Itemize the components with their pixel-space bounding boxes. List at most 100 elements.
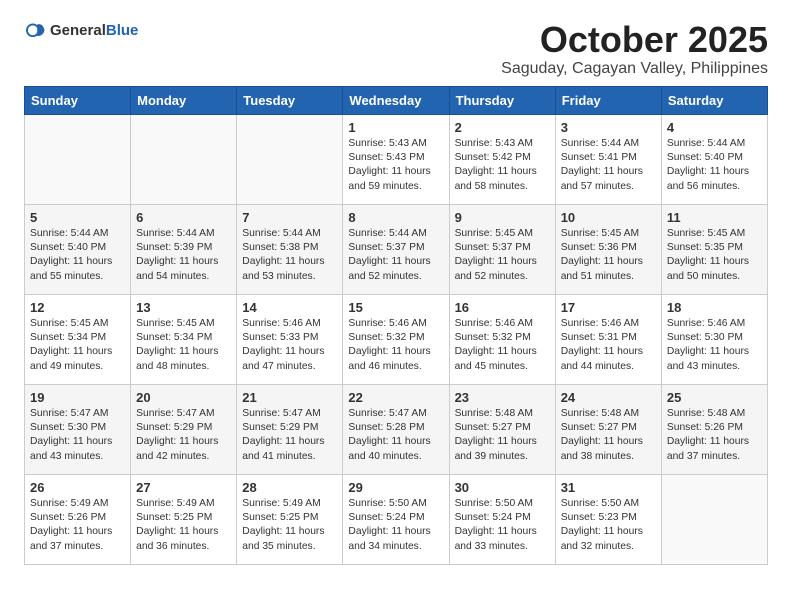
- day-number: 3: [561, 120, 656, 135]
- calendar-cell: 26 Sunrise: 5:49 AM Sunset: 5:26 PM Dayli…: [25, 474, 131, 564]
- day-number: 29: [348, 480, 443, 495]
- weekday-thursday: Thursday: [449, 86, 555, 114]
- cell-details: Sunrise: 5:50 AM Sunset: 5:23 PM Dayligh…: [561, 497, 656, 555]
- logo-text: GeneralBlue: [50, 22, 138, 40]
- weekday-tuesday: Tuesday: [237, 86, 343, 114]
- calendar-cell: 25 Sunrise: 5:48 AM Sunset: 5:26 PM Dayli…: [661, 384, 767, 474]
- cell-details: Sunrise: 5:43 AM Sunset: 5:43 PM Dayligh…: [348, 137, 443, 195]
- calendar-cell: 18Sunrise: 5:46 AM Sunset: 5:30 PM Dayli…: [661, 294, 767, 384]
- calendar-cell: 29 Sunrise: 5:50 AM Sunset: 5:24 PM Dayli…: [343, 474, 449, 564]
- day-number: 14: [242, 300, 337, 315]
- day-number: 8: [348, 210, 443, 225]
- logo-icon: [24, 20, 46, 42]
- day-number: 12: [30, 300, 125, 315]
- calendar-cell: 30Sunrise: 5:50 AM Sunset: 5:24 PM Dayli…: [449, 474, 555, 564]
- cell-details: Sunrise: 5:44 AM Sunset: 5:40 PM Dayligh…: [667, 137, 762, 195]
- weekday-wednesday: Wednesday: [343, 86, 449, 114]
- cell-details: Sunrise: 5:44 AM Sunset: 5:41 PM Dayligh…: [561, 137, 656, 195]
- cell-details: Sunrise: 5:48 AM Sunset: 5:26 PM Dayligh…: [667, 407, 762, 465]
- calendar-cell: 14Sunrise: 5:46 AM Sunset: 5:33 PM Dayli…: [237, 294, 343, 384]
- cell-details: Sunrise: 5:47 AM Sunset: 5:30 PM Dayligh…: [30, 407, 125, 465]
- day-number: 27: [136, 480, 231, 495]
- day-number: 1: [348, 120, 443, 135]
- cell-details: Sunrise: 5:48 AM Sunset: 5:27 PM Dayligh…: [455, 407, 550, 465]
- calendar-cell: 22Sunrise: 5:47 AM Sunset: 5:28 PM Dayli…: [343, 384, 449, 474]
- weekday-monday: Monday: [131, 86, 237, 114]
- cell-details: Sunrise: 5:46 AM Sunset: 5:32 PM Dayligh…: [455, 317, 550, 375]
- day-number: 6: [136, 210, 231, 225]
- calendar-cell: 4 Sunrise: 5:44 AM Sunset: 5:40 PM Daylig…: [661, 114, 767, 204]
- calendar-cell: 3 Sunrise: 5:44 AM Sunset: 5:41 PM Daylig…: [555, 114, 661, 204]
- cell-details: Sunrise: 5:47 AM Sunset: 5:28 PM Dayligh…: [348, 407, 443, 465]
- day-number: 20: [136, 390, 231, 405]
- day-number: 25: [667, 390, 762, 405]
- day-number: 10: [561, 210, 656, 225]
- cell-details: Sunrise: 5:49 AM Sunset: 5:26 PM Dayligh…: [30, 497, 125, 555]
- week-row-2: 5 Sunrise: 5:44 AM Sunset: 5:40 PM Daylig…: [25, 204, 768, 294]
- calendar-cell: 12 Sunrise: 5:45 AM Sunset: 5:34 PM Dayli…: [25, 294, 131, 384]
- day-number: 15: [348, 300, 443, 315]
- day-number: 28: [242, 480, 337, 495]
- calendar-cell: 20Sunrise: 5:47 AM Sunset: 5:29 PM Dayli…: [131, 384, 237, 474]
- logo: GeneralBlue: [24, 20, 138, 42]
- month-title: October 2025: [501, 20, 768, 60]
- logo-general: General: [50, 22, 106, 39]
- weekday-sunday: Sunday: [25, 86, 131, 114]
- cell-details: Sunrise: 5:44 AM Sunset: 5:40 PM Dayligh…: [30, 227, 125, 285]
- calendar-cell: 2 Sunrise: 5:43 AM Sunset: 5:42 PM Daylig…: [449, 114, 555, 204]
- day-number: 31: [561, 480, 656, 495]
- calendar-cell: 27 Sunrise: 5:49 AM Sunset: 5:25 PM Dayli…: [131, 474, 237, 564]
- cell-details: Sunrise: 5:45 AM Sunset: 5:34 PM Dayligh…: [30, 317, 125, 375]
- cell-details: Sunrise: 5:50 AM Sunset: 5:24 PM Dayligh…: [455, 497, 550, 555]
- calendar-cell: 16 Sunrise: 5:46 AM Sunset: 5:32 PM Dayli…: [449, 294, 555, 384]
- calendar-cell: 10 Sunrise: 5:45 AM Sunset: 5:36 PM Dayli…: [555, 204, 661, 294]
- cell-details: Sunrise: 5:45 AM Sunset: 5:36 PM Dayligh…: [561, 227, 656, 285]
- day-number: 5: [30, 210, 125, 225]
- calendar-cell: 11Sunrise: 5:45 AM Sunset: 5:35 PM Dayli…: [661, 204, 767, 294]
- calendar-cell: [661, 474, 767, 564]
- cell-details: Sunrise: 5:50 AM Sunset: 5:24 PM Dayligh…: [348, 497, 443, 555]
- calendar-cell: 31 Sunrise: 5:50 AM Sunset: 5:23 PM Dayli…: [555, 474, 661, 564]
- calendar-cell: [25, 114, 131, 204]
- calendar-cell: 19 Sunrise: 5:47 AM Sunset: 5:30 PM Dayli…: [25, 384, 131, 474]
- calendar-cell: 23 Sunrise: 5:48 AM Sunset: 5:27 PM Dayli…: [449, 384, 555, 474]
- cell-details: Sunrise: 5:48 AM Sunset: 5:27 PM Dayligh…: [561, 407, 656, 465]
- calendar-table: SundayMondayTuesdayWednesdayThursdayFrid…: [24, 86, 768, 565]
- day-number: 4: [667, 120, 762, 135]
- week-row-5: 26 Sunrise: 5:49 AM Sunset: 5:26 PM Dayli…: [25, 474, 768, 564]
- cell-details: Sunrise: 5:43 AM Sunset: 5:42 PM Dayligh…: [455, 137, 550, 195]
- day-number: 9: [455, 210, 550, 225]
- day-number: 23: [455, 390, 550, 405]
- day-number: 19: [30, 390, 125, 405]
- day-number: 11: [667, 210, 762, 225]
- cell-details: Sunrise: 5:49 AM Sunset: 5:25 PM Dayligh…: [136, 497, 231, 555]
- weekday-saturday: Saturday: [661, 86, 767, 114]
- day-number: 2: [455, 120, 550, 135]
- cell-details: Sunrise: 5:44 AM Sunset: 5:39 PM Dayligh…: [136, 227, 231, 285]
- cell-details: Sunrise: 5:47 AM Sunset: 5:29 PM Dayligh…: [242, 407, 337, 465]
- location-subtitle: Saguday, Cagayan Valley, Philippines: [501, 60, 768, 78]
- calendar-cell: 8 Sunrise: 5:44 AM Sunset: 5:37 PM Daylig…: [343, 204, 449, 294]
- day-number: 26: [30, 480, 125, 495]
- day-number: 16: [455, 300, 550, 315]
- calendar-cell: 21 Sunrise: 5:47 AM Sunset: 5:29 PM Dayli…: [237, 384, 343, 474]
- week-row-4: 19 Sunrise: 5:47 AM Sunset: 5:30 PM Dayli…: [25, 384, 768, 474]
- calendar-cell: 17Sunrise: 5:46 AM Sunset: 5:31 PM Dayli…: [555, 294, 661, 384]
- page-header: GeneralBlue October 2025 Saguday, Cagaya…: [24, 20, 768, 78]
- weekday-friday: Friday: [555, 86, 661, 114]
- cell-details: Sunrise: 5:46 AM Sunset: 5:30 PM Dayligh…: [667, 317, 762, 375]
- cell-details: Sunrise: 5:46 AM Sunset: 5:31 PM Dayligh…: [561, 317, 656, 375]
- calendar-cell: 1 Sunrise: 5:43 AM Sunset: 5:43 PM Daylig…: [343, 114, 449, 204]
- calendar-cell: 15 Sunrise: 5:46 AM Sunset: 5:32 PM Dayli…: [343, 294, 449, 384]
- week-row-3: 12 Sunrise: 5:45 AM Sunset: 5:34 PM Dayli…: [25, 294, 768, 384]
- calendar-cell: [237, 114, 343, 204]
- calendar-cell: 5 Sunrise: 5:44 AM Sunset: 5:40 PM Daylig…: [25, 204, 131, 294]
- day-number: 24: [561, 390, 656, 405]
- day-number: 7: [242, 210, 337, 225]
- cell-details: Sunrise: 5:44 AM Sunset: 5:38 PM Dayligh…: [242, 227, 337, 285]
- cell-details: Sunrise: 5:46 AM Sunset: 5:32 PM Dayligh…: [348, 317, 443, 375]
- cell-details: Sunrise: 5:44 AM Sunset: 5:37 PM Dayligh…: [348, 227, 443, 285]
- calendar-cell: 24 Sunrise: 5:48 AM Sunset: 5:27 PM Dayli…: [555, 384, 661, 474]
- calendar-cell: [131, 114, 237, 204]
- day-number: 21: [242, 390, 337, 405]
